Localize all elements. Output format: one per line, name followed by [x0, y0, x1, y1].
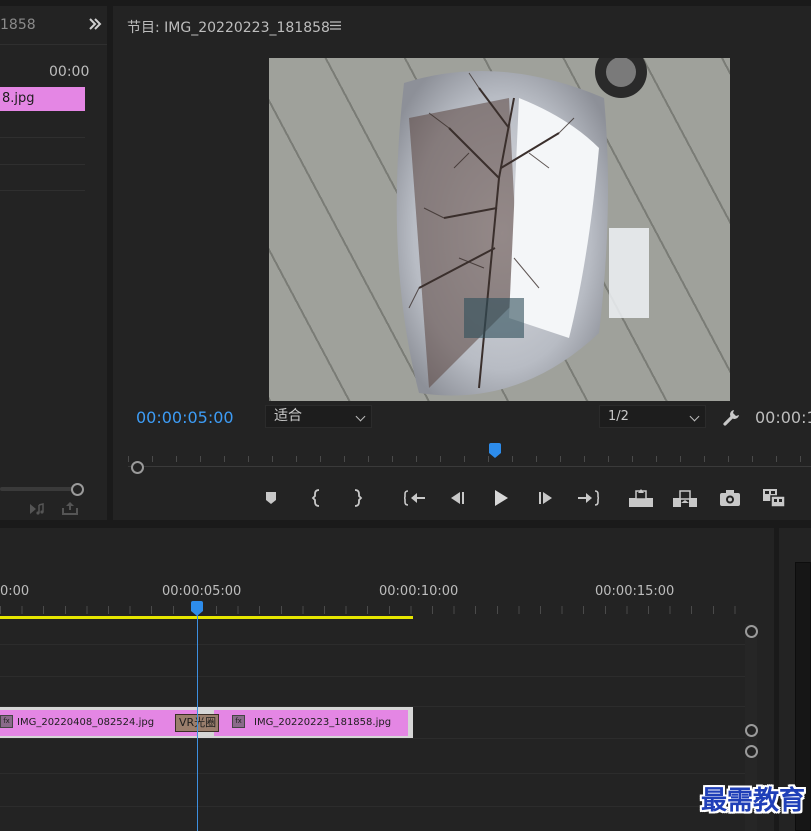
panel-menu-icon[interactable] — [330, 21, 341, 30]
track-divider — [0, 676, 745, 677]
track-divider — [0, 190, 85, 191]
panel-divider — [0, 44, 107, 45]
camera-icon[interactable] — [719, 489, 741, 507]
work-area-bar[interactable] — [0, 616, 413, 619]
audio-only-icon[interactable] — [28, 502, 46, 516]
source-clip[interactable]: 8.jpg — [0, 87, 85, 111]
track-zoom-handle-bottom[interactable] — [745, 724, 758, 737]
step-back-icon[interactable] — [448, 490, 466, 506]
track-divider — [0, 644, 745, 645]
source-zoom-handle[interactable] — [71, 483, 84, 496]
duration-timecode: 00:00:1 — [755, 408, 811, 427]
zoom-fit-dropdown[interactable]: 适合 — [265, 405, 372, 428]
resolution-value: 1/2 — [608, 409, 629, 424]
source-panel — [0, 6, 107, 520]
track-divider — [0, 806, 745, 807]
vr-label: VR — [179, 716, 195, 729]
extract-icon[interactable] — [672, 488, 698, 508]
audio-zoom-handle[interactable] — [745, 745, 758, 758]
mark-in-icon[interactable] — [310, 489, 324, 507]
wrench-icon[interactable] — [723, 408, 741, 426]
timeline-clip[interactable]: fx IMG_20220223_181858.jpg — [214, 710, 408, 736]
monitor-zoom-bar[interactable] — [128, 466, 811, 467]
ruler-label: 00:00:15:00 — [595, 584, 675, 599]
track-zoom-handle-top[interactable] — [745, 625, 758, 638]
source-timecode: 00:00 — [49, 64, 90, 80]
source-tab-title[interactable]: 1858 — [0, 17, 36, 33]
clip-label: IMG_20220408_082524.jpg — [17, 717, 155, 728]
timeline-clip[interactable]: fx IMG_20220408_082524.jpg — [0, 710, 197, 736]
chevron-down-icon — [689, 411, 700, 422]
mark-out-icon[interactable] — [350, 489, 364, 507]
track-divider — [0, 164, 85, 165]
track-divider — [0, 738, 745, 739]
ruler-label: 00:00:05:00 — [162, 584, 242, 599]
video-preview[interactable] — [269, 58, 730, 401]
monitor-playhead[interactable] — [489, 443, 501, 458]
go-to-in-icon[interactable] — [404, 489, 426, 507]
timeline-ruler[interactable] — [0, 606, 745, 614]
go-to-out-icon[interactable] — [577, 489, 599, 507]
button-editor-icon[interactable] — [761, 487, 787, 509]
timeline-playhead[interactable] — [191, 601, 203, 616]
snowy-tree-image — [396, 58, 649, 396]
panel-overflow-icon[interactable] — [88, 17, 102, 31]
step-forward-icon[interactable] — [537, 490, 555, 506]
play-icon[interactable] — [492, 489, 510, 507]
ruler-label: 00:00:10:00 — [379, 584, 459, 599]
chevron-down-icon — [355, 411, 366, 422]
zoom-fit-value: 适合 — [274, 408, 302, 424]
ruler-label: 0:00 — [0, 584, 30, 599]
program-monitor-title[interactable]: 节目: IMG_20220223_181858 — [127, 17, 330, 37]
timeline-playhead-line[interactable] — [197, 609, 198, 831]
monitor-time-ruler[interactable] — [128, 456, 811, 462]
fx-badge-icon: fx — [232, 715, 245, 728]
timeline-panel — [0, 528, 774, 831]
clip-label: IMG_20220223_181858.jpg — [254, 717, 392, 728]
add-marker-icon[interactable] — [264, 490, 278, 506]
playback-resolution-dropdown[interactable]: 1/2 — [599, 405, 706, 428]
watermark: 最需教育 — [700, 786, 805, 816]
track-divider — [0, 137, 85, 138]
current-timecode[interactable]: 00:00:05:00 — [136, 408, 234, 427]
export-icon[interactable] — [61, 501, 79, 516]
lift-icon[interactable] — [628, 488, 654, 508]
source-zoom-scrollbar[interactable] — [0, 487, 72, 491]
fx-badge-icon: fx — [0, 715, 13, 728]
track-divider — [0, 773, 745, 774]
monitor-zoom-handle[interactable] — [131, 461, 144, 474]
